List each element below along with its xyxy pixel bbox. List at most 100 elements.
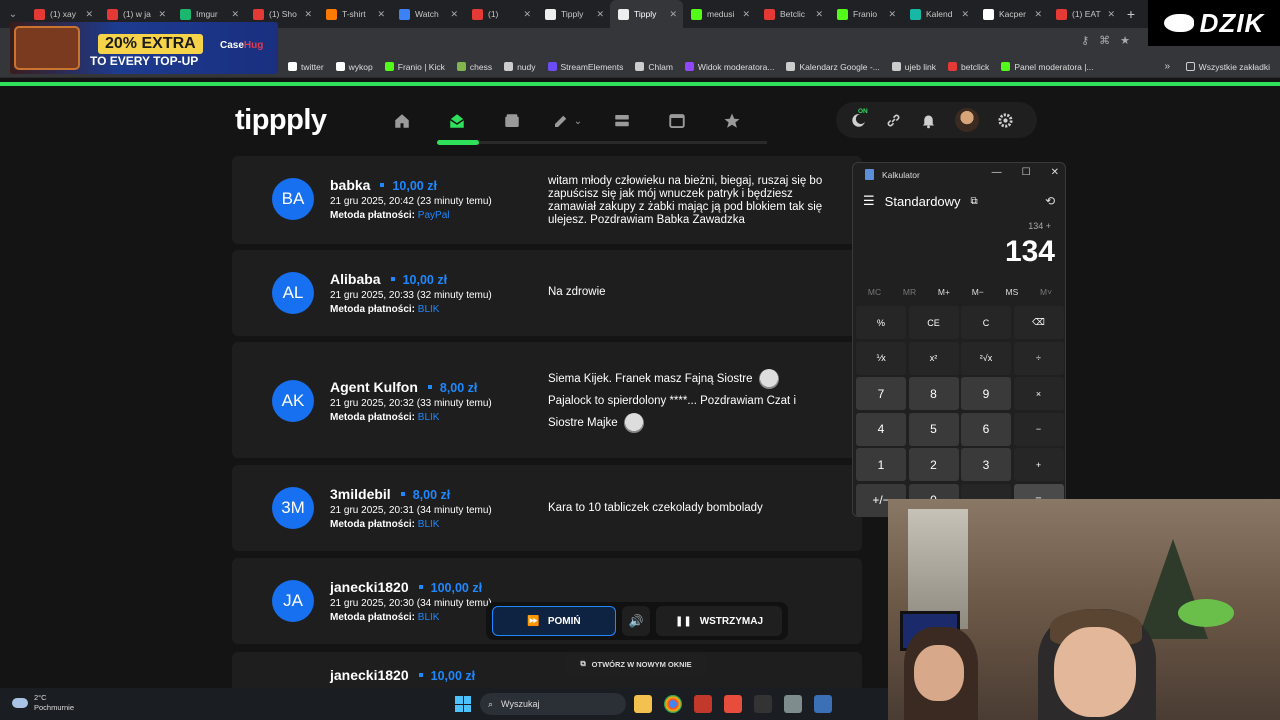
calc-key[interactable]: CE	[908, 306, 959, 339]
calc-key[interactable]: C	[961, 306, 1011, 339]
pause-button[interactable]: ❚❚ WSTRZYMAJ	[656, 606, 782, 636]
history-icon[interactable]: ⟲	[1045, 194, 1055, 208]
user-avatar[interactable]	[955, 108, 979, 132]
calc-key[interactable]: 4	[856, 412, 906, 446]
bookmark-item[interactable]: twitter	[288, 62, 324, 72]
calc-key[interactable]: −	[1013, 412, 1064, 446]
nav-wallet[interactable]	[490, 108, 534, 134]
close-tab-icon[interactable]: ✕	[1034, 9, 1042, 20]
browser-tab[interactable]: Franio ✕	[829, 0, 902, 28]
terminal-icon[interactable]	[754, 695, 772, 713]
bookmark-item[interactable]: Chlam	[635, 62, 673, 72]
close-tab-icon[interactable]: ✕	[815, 9, 823, 20]
volume-button[interactable]: 🔊	[622, 606, 650, 636]
key-icon[interactable]: ⚷	[1081, 34, 1089, 47]
close-icon[interactable]: ✕	[1051, 167, 1059, 178]
bookmark-star-icon[interactable]: ★	[1120, 34, 1130, 47]
bookmark-item[interactable]: nudy	[504, 62, 536, 72]
memory-button[interactable]: MC	[868, 287, 881, 297]
bookmark-item[interactable]: Kalendarz Google -...	[786, 62, 880, 72]
close-tab-icon[interactable]: ✕	[158, 9, 166, 20]
calculator-taskbar-icon[interactable]	[814, 695, 832, 713]
translate-icon[interactable]: ⌘	[1099, 34, 1110, 47]
bell-icon[interactable]	[920, 112, 937, 129]
casehug-ad-banner[interactable]: 20% EXTRA TO EVERY TOP-UP CaseHug	[10, 22, 278, 74]
file-explorer-icon[interactable]	[634, 695, 652, 713]
close-tab-icon[interactable]: ✕	[1107, 9, 1115, 20]
calc-key[interactable]: ÷	[1013, 341, 1064, 375]
browser-tab[interactable]: Watch ✕	[391, 0, 464, 28]
keep-on-top-icon[interactable]: ⧉	[971, 196, 978, 207]
bookmark-item[interactable]: chess	[456, 62, 492, 72]
nav-edit-dropdown[interactable]: ⌄	[545, 108, 589, 134]
browser-tab[interactable]: (1) ✕	[464, 0, 537, 28]
chrome-icon[interactable]	[664, 695, 682, 713]
windows-start-icon[interactable]	[455, 696, 471, 712]
taskbar-search[interactable]: ⌕ Wyszukaj	[480, 693, 626, 715]
skip-button[interactable]: ⏩ POMIŃ	[492, 606, 616, 636]
donation-card[interactable]: AL Alibaba 10,00 zł 21 gru 2025, 20:33 (3…	[232, 250, 862, 336]
memory-button[interactable]: M+	[938, 287, 950, 297]
browser-tab[interactable]: Tipply ✕	[610, 0, 683, 28]
memory-button[interactable]: MR	[903, 287, 916, 297]
nav-home[interactable]	[380, 108, 424, 134]
link-icon[interactable]	[885, 112, 902, 129]
calc-key[interactable]: 3	[961, 448, 1011, 481]
close-tab-icon[interactable]: ✕	[523, 9, 531, 20]
bookmark-item[interactable]: wykop	[335, 62, 373, 72]
calc-key[interactable]: 7	[856, 377, 906, 410]
close-tab-icon[interactable]: ✕	[669, 9, 677, 20]
nav-inbox[interactable]	[435, 108, 479, 134]
close-tab-icon[interactable]: ✕	[304, 9, 312, 20]
calc-key[interactable]: 2	[908, 448, 959, 481]
calc-key[interactable]: %	[856, 306, 906, 339]
bookmark-item[interactable]: betclick	[947, 62, 989, 72]
calc-key[interactable]: 9	[961, 377, 1011, 410]
browser-tab[interactable]: Kalend ✕	[902, 0, 975, 28]
close-tab-icon[interactable]: ✕	[596, 9, 604, 20]
donation-card[interactable]: BA babka 10,00 zł 21 gru 2025, 20:42 (23 …	[232, 156, 862, 244]
tipply-logo[interactable]: tippply	[235, 104, 327, 137]
calc-key[interactable]: ⅟x	[856, 341, 906, 375]
app-icon[interactable]	[694, 695, 712, 713]
close-tab-icon[interactable]: ✕	[450, 9, 458, 20]
bookmark-item[interactable]: Franio | Kick	[384, 62, 445, 72]
maximize-icon[interactable]: ☐	[1022, 167, 1031, 178]
memory-button[interactable]: M˅	[1040, 287, 1052, 297]
donation-card[interactable]: 3M 3mildebil 8,00 zł 21 gru 2025, 20:31 (…	[232, 465, 862, 551]
close-tab-icon[interactable]: ✕	[377, 9, 385, 20]
close-tab-icon[interactable]: ✕	[961, 9, 969, 20]
calc-key[interactable]: ×	[1013, 377, 1064, 410]
browser-tab[interactable]: Tipply ✕	[537, 0, 610, 28]
bookmarks-more-icon[interactable]: »	[1164, 61, 1170, 72]
new-tab-button[interactable]: +	[1121, 6, 1141, 22]
calc-key[interactable]: ²√x	[961, 341, 1011, 375]
gear-icon[interactable]	[997, 112, 1014, 129]
all-bookmarks-folder[interactable]: Wszystkie zakładki	[1185, 62, 1270, 72]
close-tab-icon[interactable]: ✕	[888, 9, 896, 20]
calc-key[interactable]: x²	[908, 341, 959, 375]
browser-tab[interactable]: Betclic ✕	[756, 0, 829, 28]
memory-button[interactable]: MS	[1006, 287, 1019, 297]
snipping-tool-icon[interactable]	[724, 695, 742, 713]
memory-button[interactable]: M−	[972, 287, 984, 297]
minimize-icon[interactable]: —	[992, 167, 1002, 178]
nav-favorites[interactable]	[710, 108, 754, 134]
settings-icon[interactable]	[784, 695, 802, 713]
bookmark-item[interactable]: Widok moderatora...	[684, 62, 774, 72]
bookmark-item[interactable]: StreamElements	[547, 62, 623, 72]
calc-key[interactable]: 5	[908, 412, 959, 446]
donation-card[interactable]: janecki1820 10,00 zł	[232, 652, 862, 692]
bookmark-item[interactable]: ujeb link	[891, 62, 936, 72]
tab-search-chevron-icon[interactable]: ⌄	[0, 9, 26, 20]
weather-widget[interactable]: 2°C Pochmurnie	[12, 693, 74, 713]
calc-key[interactable]: 6	[961, 412, 1011, 446]
browser-tab[interactable]: Kacper ✕	[975, 0, 1048, 28]
close-tab-icon[interactable]: ✕	[85, 9, 93, 20]
calc-key[interactable]: ⌫	[1013, 306, 1064, 339]
browser-tab[interactable]: T-shirt ✕	[318, 0, 391, 28]
calc-key[interactable]: +	[1013, 448, 1064, 481]
browser-tab[interactable]: medusi ✕	[683, 0, 756, 28]
close-tab-icon[interactable]: ✕	[231, 9, 239, 20]
nav-list[interactable]	[600, 108, 644, 134]
